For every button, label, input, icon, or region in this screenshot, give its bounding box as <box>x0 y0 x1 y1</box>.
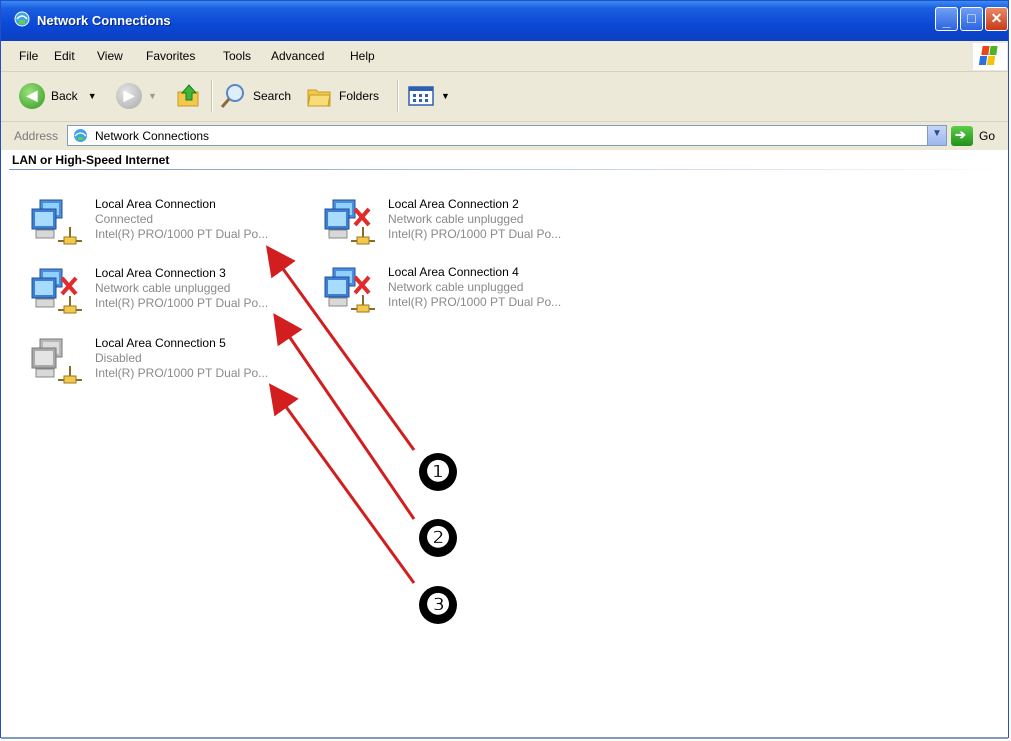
menu-favorites[interactable]: Favorites <box>146 49 195 63</box>
network-connections-window: Network Connections _ □ ✕ File Edit View… <box>0 0 1009 739</box>
search-label: Search <box>253 89 292 103</box>
connection-item-1[interactable]: Local Area Connection Connected Intel(R)… <box>28 197 293 261</box>
lan-unplugged-icon <box>31 268 82 314</box>
address-bar: Address Network Connections ▼ ➔ Go <box>1 122 1008 150</box>
network-connections-icon <box>14 11 30 27</box>
menu-advanced[interactable]: Advanced <box>271 49 324 63</box>
folders-label: Folders <box>339 89 380 103</box>
window-title: Network Connections <box>37 13 171 28</box>
up-folder-icon <box>177 84 199 107</box>
callout-3: ❸ <box>419 586 457 624</box>
title-bar[interactable]: Network Connections _ □ ✕ <box>1 1 1008 41</box>
toolbar-separator <box>397 80 399 112</box>
connection-item-2[interactable]: Local Area Connection 2 Network cable un… <box>321 197 586 261</box>
lan-disabled-icon <box>31 338 82 384</box>
go-label[interactable]: Go <box>979 129 995 143</box>
menu-file[interactable]: File <box>19 49 38 63</box>
forward-arrow-icon: ▶ <box>116 83 142 109</box>
folders-icon <box>307 89 331 107</box>
connection-device: Intel(R) PRO/1000 PT Dual Po... <box>95 366 269 380</box>
forward-dropdown-icon[interactable]: ▼ <box>148 91 157 101</box>
connection-name: Local Area Connection <box>95 197 216 211</box>
chevron-down-icon: ▼ <box>932 128 942 139</box>
connection-name: Local Area Connection 4 <box>388 265 519 279</box>
annotation-arrow-3 <box>268 383 416 584</box>
connection-status: Connected <box>95 212 154 226</box>
go-button[interactable]: ➔ <box>951 126 973 146</box>
connection-name: Local Area Connection 5 <box>95 336 226 350</box>
connection-device: Intel(R) PRO/1000 PT Dual Po... <box>95 296 269 310</box>
lan-unplugged-icon <box>324 199 375 245</box>
menu-help[interactable]: Help <box>350 49 375 63</box>
connection-item-4[interactable]: Local Area Connection 4 Network cable un… <box>321 265 586 329</box>
window-bottom-border <box>1 737 1008 739</box>
views-dropdown-icon[interactable]: ▼ <box>441 91 450 101</box>
back-button[interactable]: ◀ Back ▼ <box>19 82 97 110</box>
connection-device: Intel(R) PRO/1000 PT Dual Po... <box>95 227 269 241</box>
search-button[interactable]: Search <box>219 82 291 110</box>
search-icon <box>220 84 244 108</box>
menu-edit[interactable]: Edit <box>54 49 75 63</box>
views-icon <box>408 86 434 106</box>
connection-status: Network cable unplugged <box>95 281 231 295</box>
connection-status: Network cable unplugged <box>388 280 524 294</box>
connection-status: Disabled <box>95 351 142 365</box>
views-button[interactable]: ▼ <box>407 82 450 110</box>
minimize-button[interactable]: _ <box>935 7 958 31</box>
network-connections-icon <box>74 129 87 142</box>
back-dropdown-icon[interactable]: ▼ <box>88 91 97 101</box>
address-label: Address <box>14 129 59 143</box>
connection-item-3[interactable]: Local Area Connection 3 Network cable un… <box>28 266 293 330</box>
connection-status: Network cable unplugged <box>388 212 524 226</box>
callout-1: ❶ <box>419 453 457 491</box>
annotation-arrow-2 <box>273 313 416 520</box>
up-folder-button[interactable] <box>175 82 203 110</box>
group-divider <box>9 169 1008 170</box>
callout-2: ❷ <box>419 519 457 557</box>
standard-toolbar: ◀ Back ▼ ▶ ▼ Search Folders ▼ <box>1 72 1008 122</box>
go-arrow-icon: ➔ <box>955 127 966 142</box>
lan-connected-icon <box>31 199 82 245</box>
address-value: Network Connections <box>95 129 210 143</box>
address-input[interactable]: Network Connections ▼ <box>67 125 947 146</box>
menu-tools[interactable]: Tools <box>223 49 251 63</box>
connection-item-5[interactable]: Local Area Connection 5 Disabled Intel(R… <box>28 336 293 400</box>
back-label: Back <box>51 89 78 103</box>
lan-unplugged-icon <box>324 267 375 313</box>
connection-device: Intel(R) PRO/1000 PT Dual Po... <box>388 295 562 309</box>
address-dropdown-button[interactable]: ▼ <box>927 126 946 145</box>
connection-device: Intel(R) PRO/1000 PT Dual Po... <box>388 227 562 241</box>
connection-name: Local Area Connection 2 <box>388 197 519 211</box>
menu-bar: File Edit View Favorites Tools Advanced … <box>1 41 1008 72</box>
windows-logo-icon <box>973 43 1007 70</box>
connection-name: Local Area Connection 3 <box>95 266 226 280</box>
back-arrow-icon: ◀ <box>19 83 45 109</box>
forward-button[interactable]: ▶ ▼ <box>116 82 157 110</box>
maximize-button[interactable]: □ <box>960 7 983 31</box>
toolbar-separator <box>211 80 213 112</box>
folders-button[interactable]: Folders <box>305 82 379 110</box>
close-button[interactable]: ✕ <box>985 7 1008 31</box>
menu-view[interactable]: View <box>97 49 123 63</box>
group-header: LAN or High-Speed Internet <box>12 153 170 167</box>
